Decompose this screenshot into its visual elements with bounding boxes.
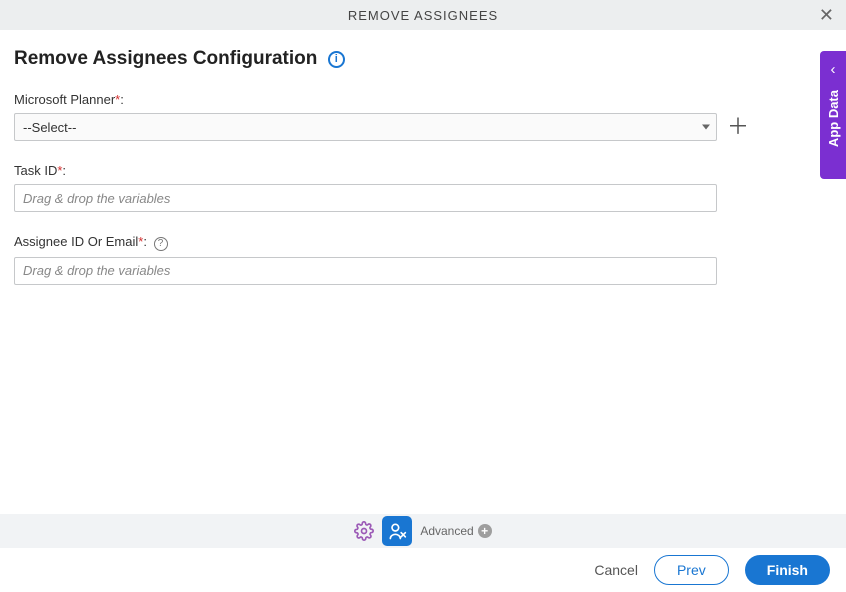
label-colon: :	[62, 163, 66, 178]
planner-select-value: --Select--	[23, 120, 76, 135]
advanced-toggle[interactable]: Advanced +	[420, 524, 491, 538]
assignee-field: Assignee ID Or Email*: ?	[14, 234, 832, 285]
cancel-button[interactable]: Cancel	[594, 562, 638, 578]
page-title: Remove Assignees Configuration	[14, 48, 317, 70]
app-data-label: App Data	[826, 90, 841, 147]
label-colon: :	[120, 92, 124, 107]
add-connection-button[interactable]: ＋	[727, 116, 749, 138]
prev-button[interactable]: Prev	[654, 555, 729, 585]
remove-assignee-tab-icon[interactable]	[382, 516, 412, 546]
dialog-header: REMOVE ASSIGNEES ✕	[0, 0, 846, 30]
close-icon[interactable]: ✕	[819, 5, 834, 26]
app-data-panel-toggle[interactable]: ‹ App Data	[820, 51, 846, 179]
planner-select[interactable]: --Select--	[14, 113, 717, 141]
advanced-label-text: Advanced	[420, 524, 473, 538]
task-id-label-text: Task ID	[14, 163, 57, 178]
planner-select-row: --Select-- ＋	[14, 113, 832, 141]
planner-field: Microsoft Planner*: --Select-- ＋	[14, 92, 832, 141]
planner-label: Microsoft Planner*:	[14, 92, 832, 107]
plus-circle-icon: +	[478, 524, 492, 538]
assignee-label: Assignee ID Or Email*: ?	[14, 234, 832, 251]
footer-buttons: Cancel Prev Finish	[0, 548, 846, 592]
assignee-label-text: Assignee ID Or Email	[14, 234, 138, 249]
chevron-down-icon	[702, 125, 710, 130]
tab-toolbar: Advanced +	[0, 514, 846, 548]
assignee-input[interactable]	[14, 257, 717, 285]
help-icon[interactable]: ?	[154, 237, 168, 251]
content-area: Remove Assignees Configuration i Microso…	[0, 30, 846, 303]
planner-label-text: Microsoft Planner	[14, 92, 115, 107]
label-colon: :	[143, 234, 147, 249]
task-id-field: Task ID*:	[14, 163, 832, 212]
dialog-title: REMOVE ASSIGNEES	[348, 8, 498, 23]
task-id-input[interactable]	[14, 184, 717, 212]
finish-button[interactable]: Finish	[745, 555, 830, 585]
gear-icon[interactable]	[354, 521, 374, 541]
info-icon[interactable]: i	[328, 51, 345, 68]
chevron-left-icon: ‹	[831, 61, 836, 78]
task-id-label: Task ID*:	[14, 163, 832, 178]
